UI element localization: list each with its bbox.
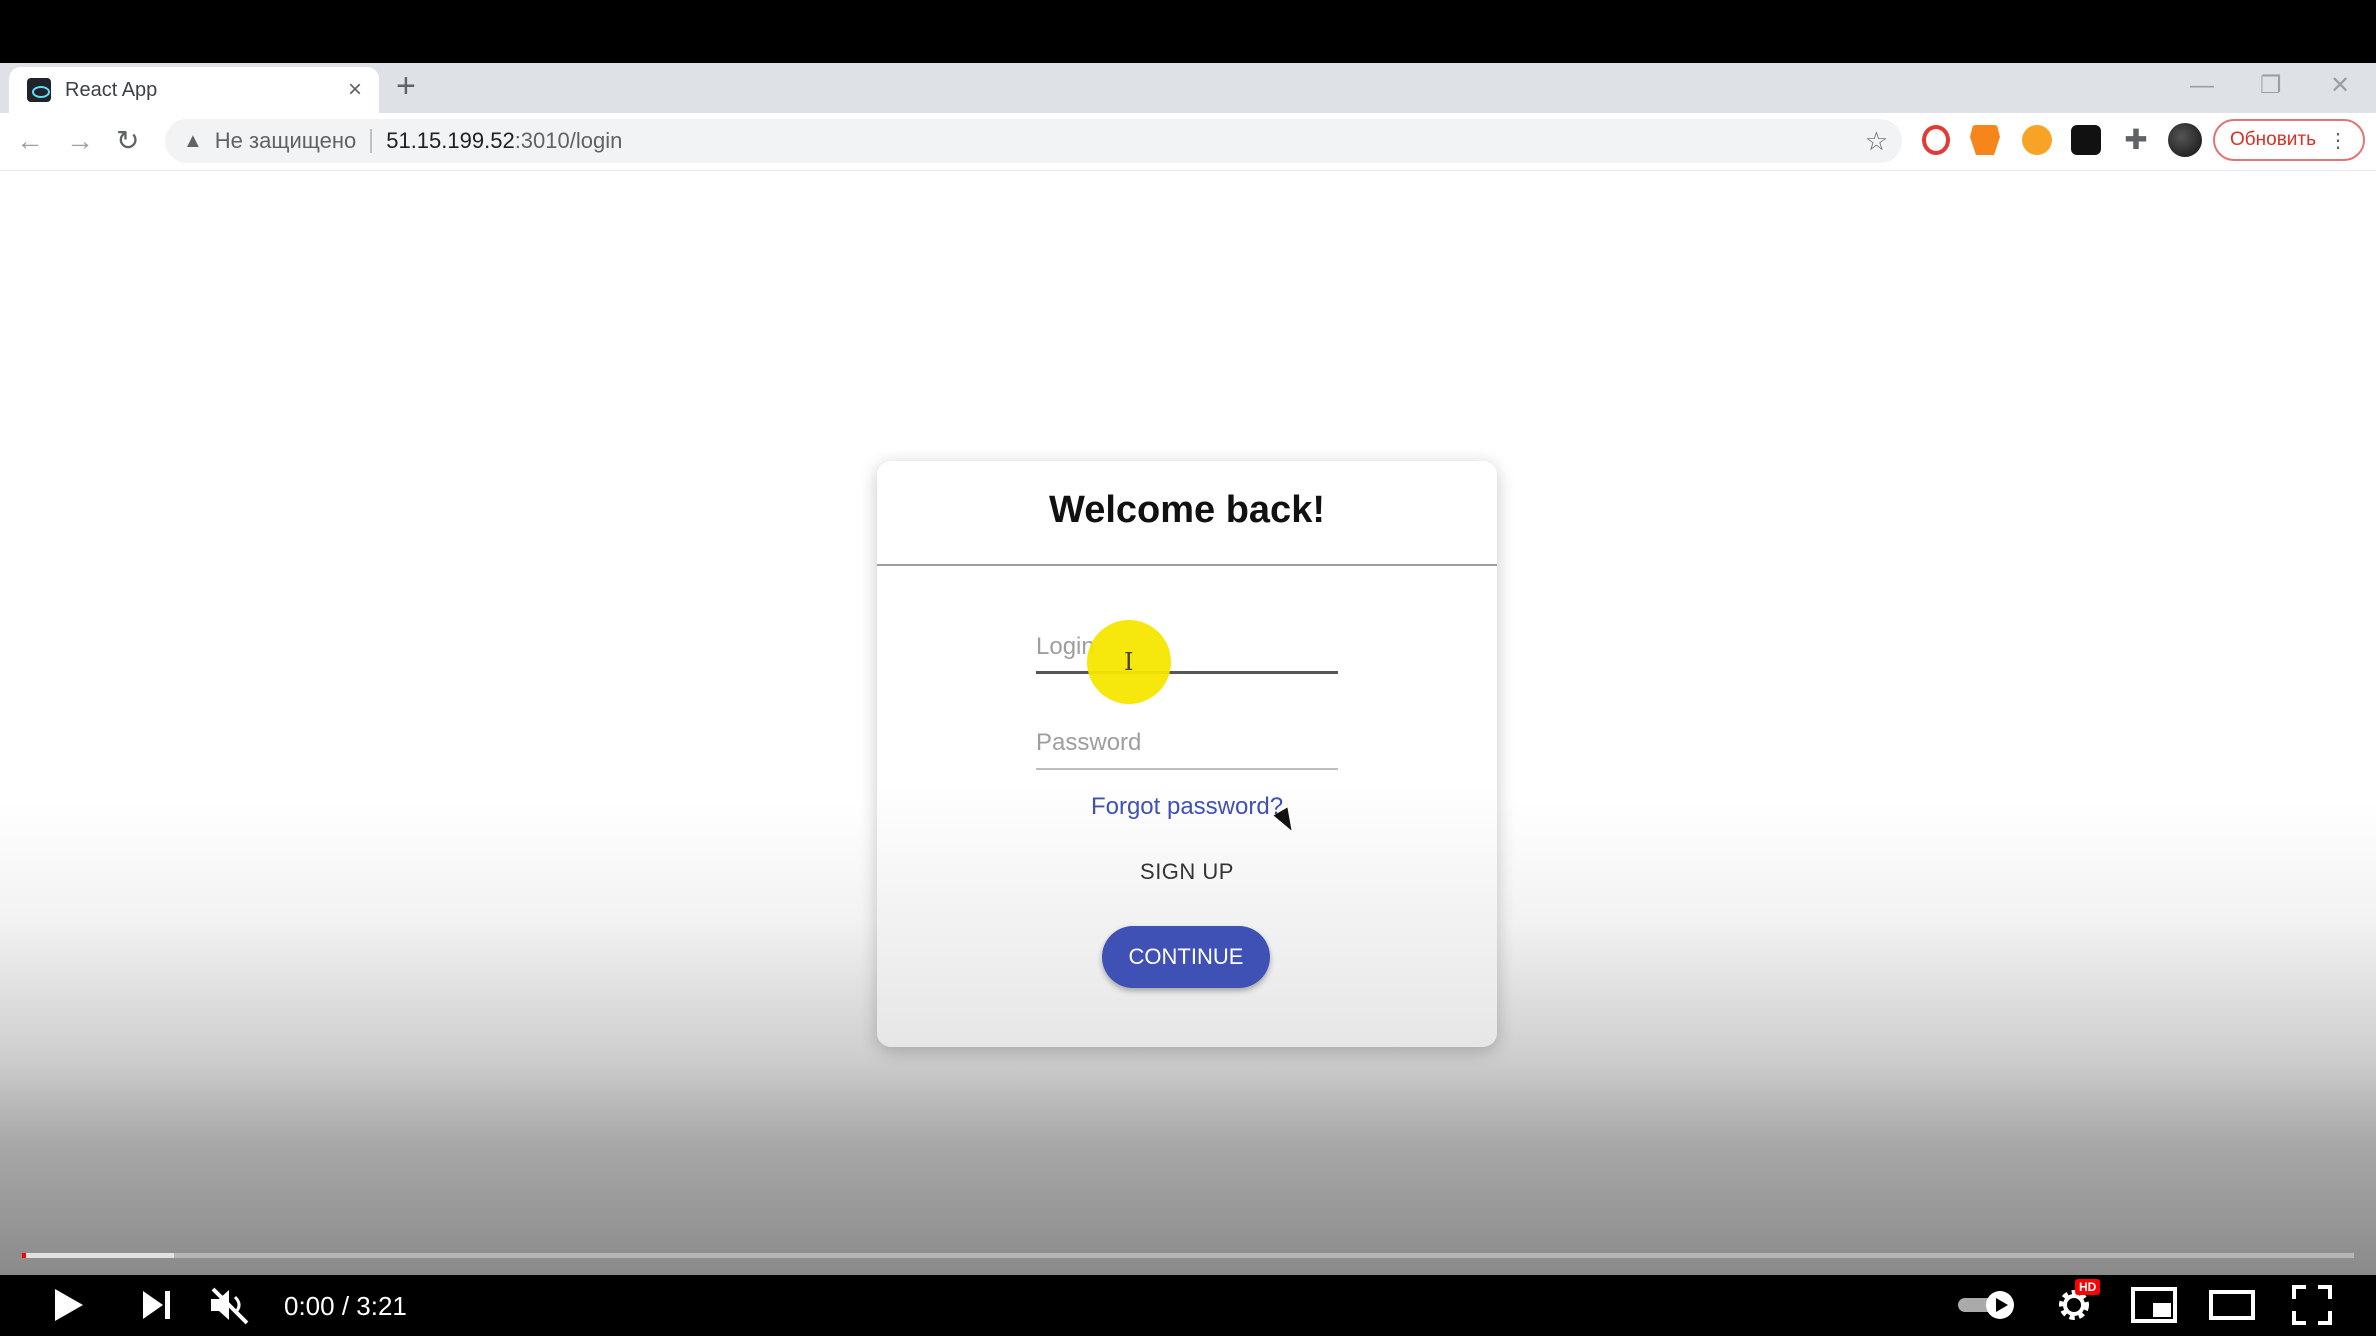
address-separator bbox=[370, 129, 373, 153]
skip-next-icon bbox=[143, 1291, 170, 1319]
puzzle-extensions-icon[interactable]: ✚ bbox=[2121, 125, 2151, 155]
update-button-label: Обновить bbox=[2229, 129, 2317, 150]
new-tab-button[interactable]: + bbox=[396, 66, 416, 106]
password-input[interactable]: Password bbox=[1036, 729, 1338, 770]
buffered-progress bbox=[22, 1253, 174, 1258]
video-controls: 0:00 / 3:21 HD bbox=[0, 1275, 2376, 1336]
minimize-window-button[interactable]: — bbox=[2190, 66, 2214, 106]
restore-window-button[interactable]: ❐ bbox=[2260, 66, 2282, 106]
browser-toolbar: ← → ↻ ▲ Не защищено 51.15.199.52:3010/lo… bbox=[0, 113, 2376, 172]
login-underline bbox=[1036, 671, 1338, 674]
theater-mode-icon bbox=[2209, 1290, 2255, 1320]
time-display: 0:00 / 3:21 bbox=[284, 1291, 407, 1321]
video-progress-bar[interactable] bbox=[22, 1253, 2354, 1258]
tab-title: React App bbox=[65, 78, 158, 101]
update-browser-button[interactable]: Обновить ⋮ bbox=[2213, 119, 2365, 161]
theater-mode-button[interactable] bbox=[2208, 1283, 2256, 1327]
continue-button[interactable]: CONTINUE bbox=[1102, 926, 1270, 988]
password-placeholder: Password bbox=[1036, 729, 1142, 756]
forward-arrow-icon[interactable]: → bbox=[66, 123, 94, 159]
login-card: Welcome back! Login Password Forgot pass… bbox=[877, 461, 1497, 1047]
menu-dots-icon[interactable]: ⋮ bbox=[2328, 128, 2348, 153]
next-button[interactable] bbox=[136, 1283, 176, 1327]
bookmark-star-icon[interactable]: ☆ bbox=[1865, 126, 1888, 157]
miniplayer-button[interactable] bbox=[2130, 1283, 2178, 1327]
autoplay-toggle[interactable] bbox=[1956, 1283, 2018, 1327]
tab-react-app[interactable]: React App × bbox=[9, 67, 379, 113]
url-path: :3010/login bbox=[514, 128, 623, 153]
browser-tab-strip: React App × bbox=[0, 63, 2376, 113]
page-viewport: Welcome back! Login Password Forgot pass… bbox=[0, 171, 2376, 1275]
sign-up-button[interactable]: SIGN UP bbox=[877, 859, 1497, 885]
reload-icon[interactable]: ↻ bbox=[116, 123, 139, 159]
play-button[interactable] bbox=[48, 1283, 88, 1327]
volume-muted-icon bbox=[211, 1287, 249, 1325]
forgot-password-link[interactable]: Forgot password? bbox=[877, 793, 1497, 821]
fullscreen-button[interactable] bbox=[2290, 1283, 2334, 1327]
login-card-title: Welcome back! bbox=[1049, 489, 1325, 531]
play-icon bbox=[55, 1289, 83, 1321]
video-letterbox-top bbox=[0, 0, 2376, 63]
react-favicon-icon bbox=[27, 78, 51, 102]
close-window-button[interactable]: ✕ bbox=[2330, 66, 2350, 106]
played-progress bbox=[22, 1253, 26, 1258]
password-underline bbox=[1036, 768, 1338, 770]
opera-extension-icon[interactable] bbox=[1922, 125, 1950, 155]
profile-avatar[interactable] bbox=[2168, 123, 2202, 157]
warning-triangle-icon[interactable]: ▲ bbox=[183, 130, 203, 153]
coin-extension-icon[interactable] bbox=[2022, 125, 2052, 155]
card-divider bbox=[877, 564, 1497, 566]
security-status[interactable]: Не защищено bbox=[215, 128, 356, 154]
hd-badge: HD bbox=[2075, 1279, 2101, 1295]
back-arrow-icon[interactable]: ← bbox=[16, 123, 44, 159]
mute-button[interactable] bbox=[206, 1283, 254, 1327]
fullscreen-icon bbox=[2292, 1285, 2332, 1325]
miniplayer-icon bbox=[2131, 1287, 2177, 1323]
address-bar[interactable]: ▲ Не защищено 51.15.199.52:3010/login ☆ bbox=[165, 119, 1902, 163]
tab-close-icon[interactable]: × bbox=[341, 76, 369, 104]
text-cursor-icon: I bbox=[1124, 648, 1134, 676]
url-host: 51.15.199.52 bbox=[386, 128, 515, 153]
login-placeholder: Login bbox=[1036, 633, 1095, 660]
autoplay-toggle-icon bbox=[1958, 1291, 2014, 1319]
image-extension-icon[interactable] bbox=[2071, 125, 2101, 155]
login-input[interactable]: Login bbox=[1036, 633, 1338, 674]
metamask-extension-icon[interactable] bbox=[1970, 125, 2000, 155]
